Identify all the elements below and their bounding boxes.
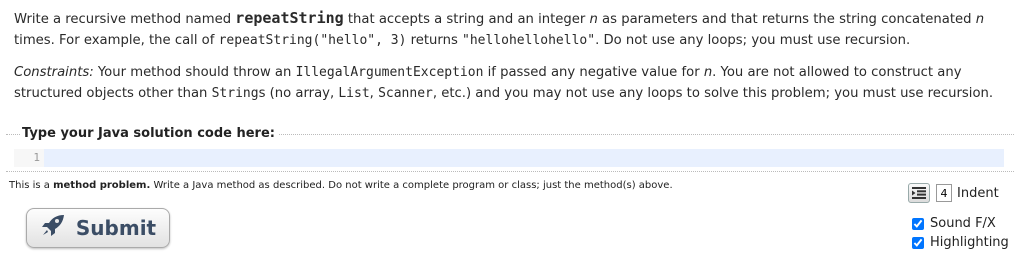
constraints-paragraph: Constraints: Your method should throw an… [14,62,1010,104]
code-input[interactable] [44,149,1004,167]
indent-icon[interactable] [908,183,930,203]
editor-controls: Indent Sound F/X Highlighting [908,182,1018,252]
highlighting-option[interactable]: Highlighting [912,233,1018,252]
text: Write a recursive method named [14,12,236,27]
submit-button[interactable]: Submit [26,208,170,248]
text: that accepts a string and an integer [343,12,590,27]
indent-label: Indent [957,185,999,201]
text: if passed any negative value for [483,65,704,80]
sound-fx-checkbox[interactable] [912,217,924,230]
var-n: n [975,12,985,27]
text: Write a Java method as described. Do not… [150,180,673,191]
text: as parameters and that returns the strin… [597,12,976,27]
method-problem-note: This is a method problem. Write a Java m… [9,180,673,191]
sound-fx-label: Sound F/X [930,216,996,231]
problem-description: Write a recursive method named repeatStr… [14,8,1010,104]
var-n: n [589,12,598,27]
text: , etc.) and you may not use any loops to… [432,86,994,101]
example-result: "hellohellohello" [462,33,596,48]
text: . Do not use any loops; you must use rec… [595,33,911,48]
text: , [369,86,379,101]
highlighting-label: Highlighting [930,235,1009,250]
text: times. For example, the call of [14,33,219,48]
constraints-label: Constraints: [14,65,94,80]
text: Your method should throw an [93,65,296,80]
var-n: n [703,65,713,80]
rocket-icon [40,214,66,243]
note-bold: method problem. [53,180,151,191]
text: returns [406,33,463,48]
submit-label: Submit [75,216,157,240]
solution-fieldset: Type your Java solution code here: 1 [6,126,1014,172]
code-editor[interactable]: 1 [14,149,1004,167]
text: s (no array, [258,86,339,101]
type-scanner: Scanner [378,86,433,101]
exception-name: IllegalArgumentException [295,65,484,80]
sound-fx-option[interactable]: Sound F/X [912,214,1018,233]
highlighting-checkbox[interactable] [912,236,924,249]
example-call: repeatString("hello", 3) [218,33,407,48]
method-name: repeatString [235,9,344,27]
text: This is a [9,180,54,191]
indent-row: Indent [908,182,1018,204]
indent-size-input[interactable] [936,184,952,202]
solution-legend: Type your Java solution code here: [20,126,278,141]
type-list: List [338,86,370,101]
line-number: 1 [14,149,44,167]
type-string: String [211,86,259,101]
problem-paragraph: Write a recursive method named repeatStr… [14,8,1010,51]
